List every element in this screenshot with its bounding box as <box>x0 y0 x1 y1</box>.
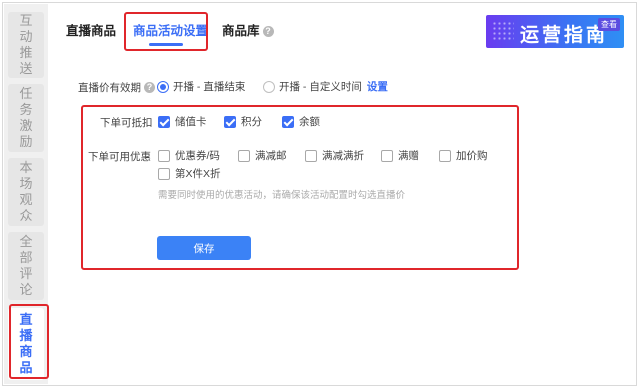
discounts-label: 下单可用优惠 <box>88 151 151 163</box>
dots-decoration-icon <box>492 21 514 41</box>
radio-custom-time[interactable]: 开播 - 自定义时间 设置 <box>263 79 388 94</box>
side-item-label: 全部评论 <box>19 234 33 297</box>
checkbox-stored-value-card[interactable]: 储值卡 <box>158 114 207 129</box>
side-item-all-comments[interactable]: 全部评论 <box>8 232 44 300</box>
checkbox-label: 优惠券/码 <box>175 150 220 162</box>
radio-live-end[interactable]: 开播 - 直播结束 <box>157 79 245 94</box>
checkbox-unchecked-icon <box>158 167 170 180</box>
tab-live-products[interactable]: 直播商品 <box>66 20 116 39</box>
question-icon[interactable]: ? <box>144 82 155 93</box>
checkbox-label: 满赠 <box>398 150 419 162</box>
checkbox-free-shipping[interactable]: 满减邮 <box>238 148 287 163</box>
radio-label: 开播 - 直播结束 <box>173 81 246 93</box>
checkbox-unchecked-icon <box>439 149 451 162</box>
side-item-audience[interactable]: 本场观众 <box>8 158 44 226</box>
checkbox-unchecked-icon <box>305 149 317 162</box>
side-item-live-products[interactable]: 直播商品 <box>8 308 44 380</box>
side-item-interactive-push[interactable]: 互动推送 <box>8 12 44 78</box>
checkbox-unchecked-icon <box>238 149 250 162</box>
checkbox-gift[interactable]: 满赠 <box>381 148 419 163</box>
checkbox-label: 满减邮 <box>255 150 287 162</box>
settings-link[interactable]: 设置 <box>367 79 388 94</box>
discounts-hint: 需要同时使用的优惠活动，请确保该活动配置时勾选直播价 <box>158 190 406 201</box>
side-item-label: 任务激励 <box>19 86 33 149</box>
checkbox-checked-icon <box>224 115 236 128</box>
checkbox-label: 储值卡 <box>175 116 207 128</box>
checkbox-unchecked-icon <box>158 149 170 162</box>
radio-label: 开播 - 自定义时间 <box>279 81 362 93</box>
checkbox-label: 余额 <box>299 116 320 128</box>
price-validity-label-text: 直播价有效期 <box>78 82 141 94</box>
save-button[interactable]: 保存 <box>157 236 251 260</box>
checkbox-coupon[interactable]: 优惠券/码 <box>158 148 220 163</box>
checkbox-checked-icon <box>158 115 170 128</box>
tab-label: 商品库 <box>222 24 260 38</box>
checkbox-checked-icon <box>282 115 294 128</box>
checkbox-label: 第X件X折 <box>175 168 221 180</box>
view-badge[interactable]: 查看 <box>598 18 620 31</box>
side-item-label: 直播商品 <box>19 312 33 375</box>
question-icon[interactable]: ? <box>262 26 274 37</box>
operations-guide-banner[interactable]: 运营指南 查看 <box>486 15 624 48</box>
tab-product-library[interactable]: 商品库? <box>222 20 274 39</box>
radio-unselected-icon <box>263 80 275 93</box>
banner-title: 运营指南 <box>520 25 609 46</box>
checkbox-points[interactable]: 积分 <box>224 114 262 129</box>
side-nav: 互动推送 任务激励 本场观众 全部评论 直播商品 <box>4 4 48 384</box>
active-tab-indicator <box>149 43 183 46</box>
checkbox-label: 积分 <box>241 116 262 128</box>
side-item-label: 本场观众 <box>19 160 33 223</box>
checkbox-label: 加价购 <box>456 150 488 162</box>
side-item-task-incentive[interactable]: 任务激励 <box>8 84 44 152</box>
price-validity-label: 直播价有效期? <box>78 80 155 95</box>
checkbox-full-reduction[interactable]: 满减满折 <box>305 148 364 163</box>
deduction-label: 下单可抵扣 <box>100 117 153 129</box>
checkbox-label: 满减满折 <box>322 150 364 162</box>
tab-activity-settings[interactable]: 商品活动设置 <box>133 20 208 39</box>
checkbox-unchecked-icon <box>381 149 393 162</box>
side-item-label: 互动推送 <box>19 13 33 76</box>
checkbox-nth-item-discount[interactable]: 第X件X折 <box>158 166 221 181</box>
checkbox-balance[interactable]: 余额 <box>282 114 320 129</box>
checkbox-add-on-purchase[interactable]: 加价购 <box>439 148 488 163</box>
radio-selected-icon <box>157 80 169 93</box>
